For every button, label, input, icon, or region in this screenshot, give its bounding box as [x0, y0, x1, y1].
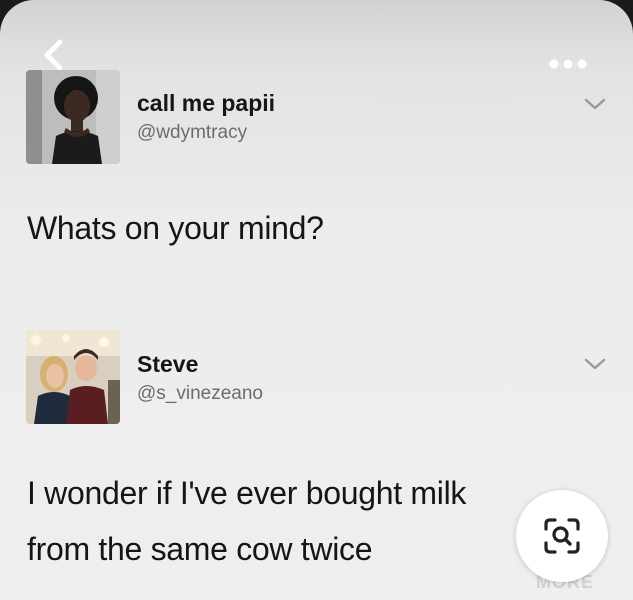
tweet-screen: call me papii @wdymtracy Whats on your m… — [0, 0, 633, 600]
tweet-text: I wonder if I've ever bought milk from t… — [27, 465, 587, 577]
chevron-down-icon[interactable] — [583, 97, 607, 111]
back-icon[interactable] — [38, 38, 68, 72]
avatar-photo — [26, 70, 120, 164]
tweet-text-line: Whats on your mind? — [27, 210, 324, 246]
avatar[interactable] — [26, 330, 120, 424]
chevron-down-icon[interactable] — [583, 357, 607, 371]
display-name[interactable]: call me papii — [137, 90, 275, 117]
tweet-text-line: I wonder if I've ever bought milk — [27, 475, 467, 511]
tweet-text: Whats on your mind? — [27, 200, 324, 256]
handle[interactable]: @s_vinezeano — [137, 383, 263, 405]
avatar-photo — [26, 330, 120, 424]
avatar[interactable] — [26, 70, 120, 164]
display-name[interactable]: Steve — [137, 351, 198, 378]
visual-search-icon — [544, 518, 580, 554]
handle[interactable]: @wdymtracy — [137, 122, 247, 144]
visual-search-button[interactable] — [516, 490, 608, 582]
tweet-text-line: from the same cow twice — [27, 531, 373, 567]
more-options-icon[interactable] — [548, 57, 588, 71]
